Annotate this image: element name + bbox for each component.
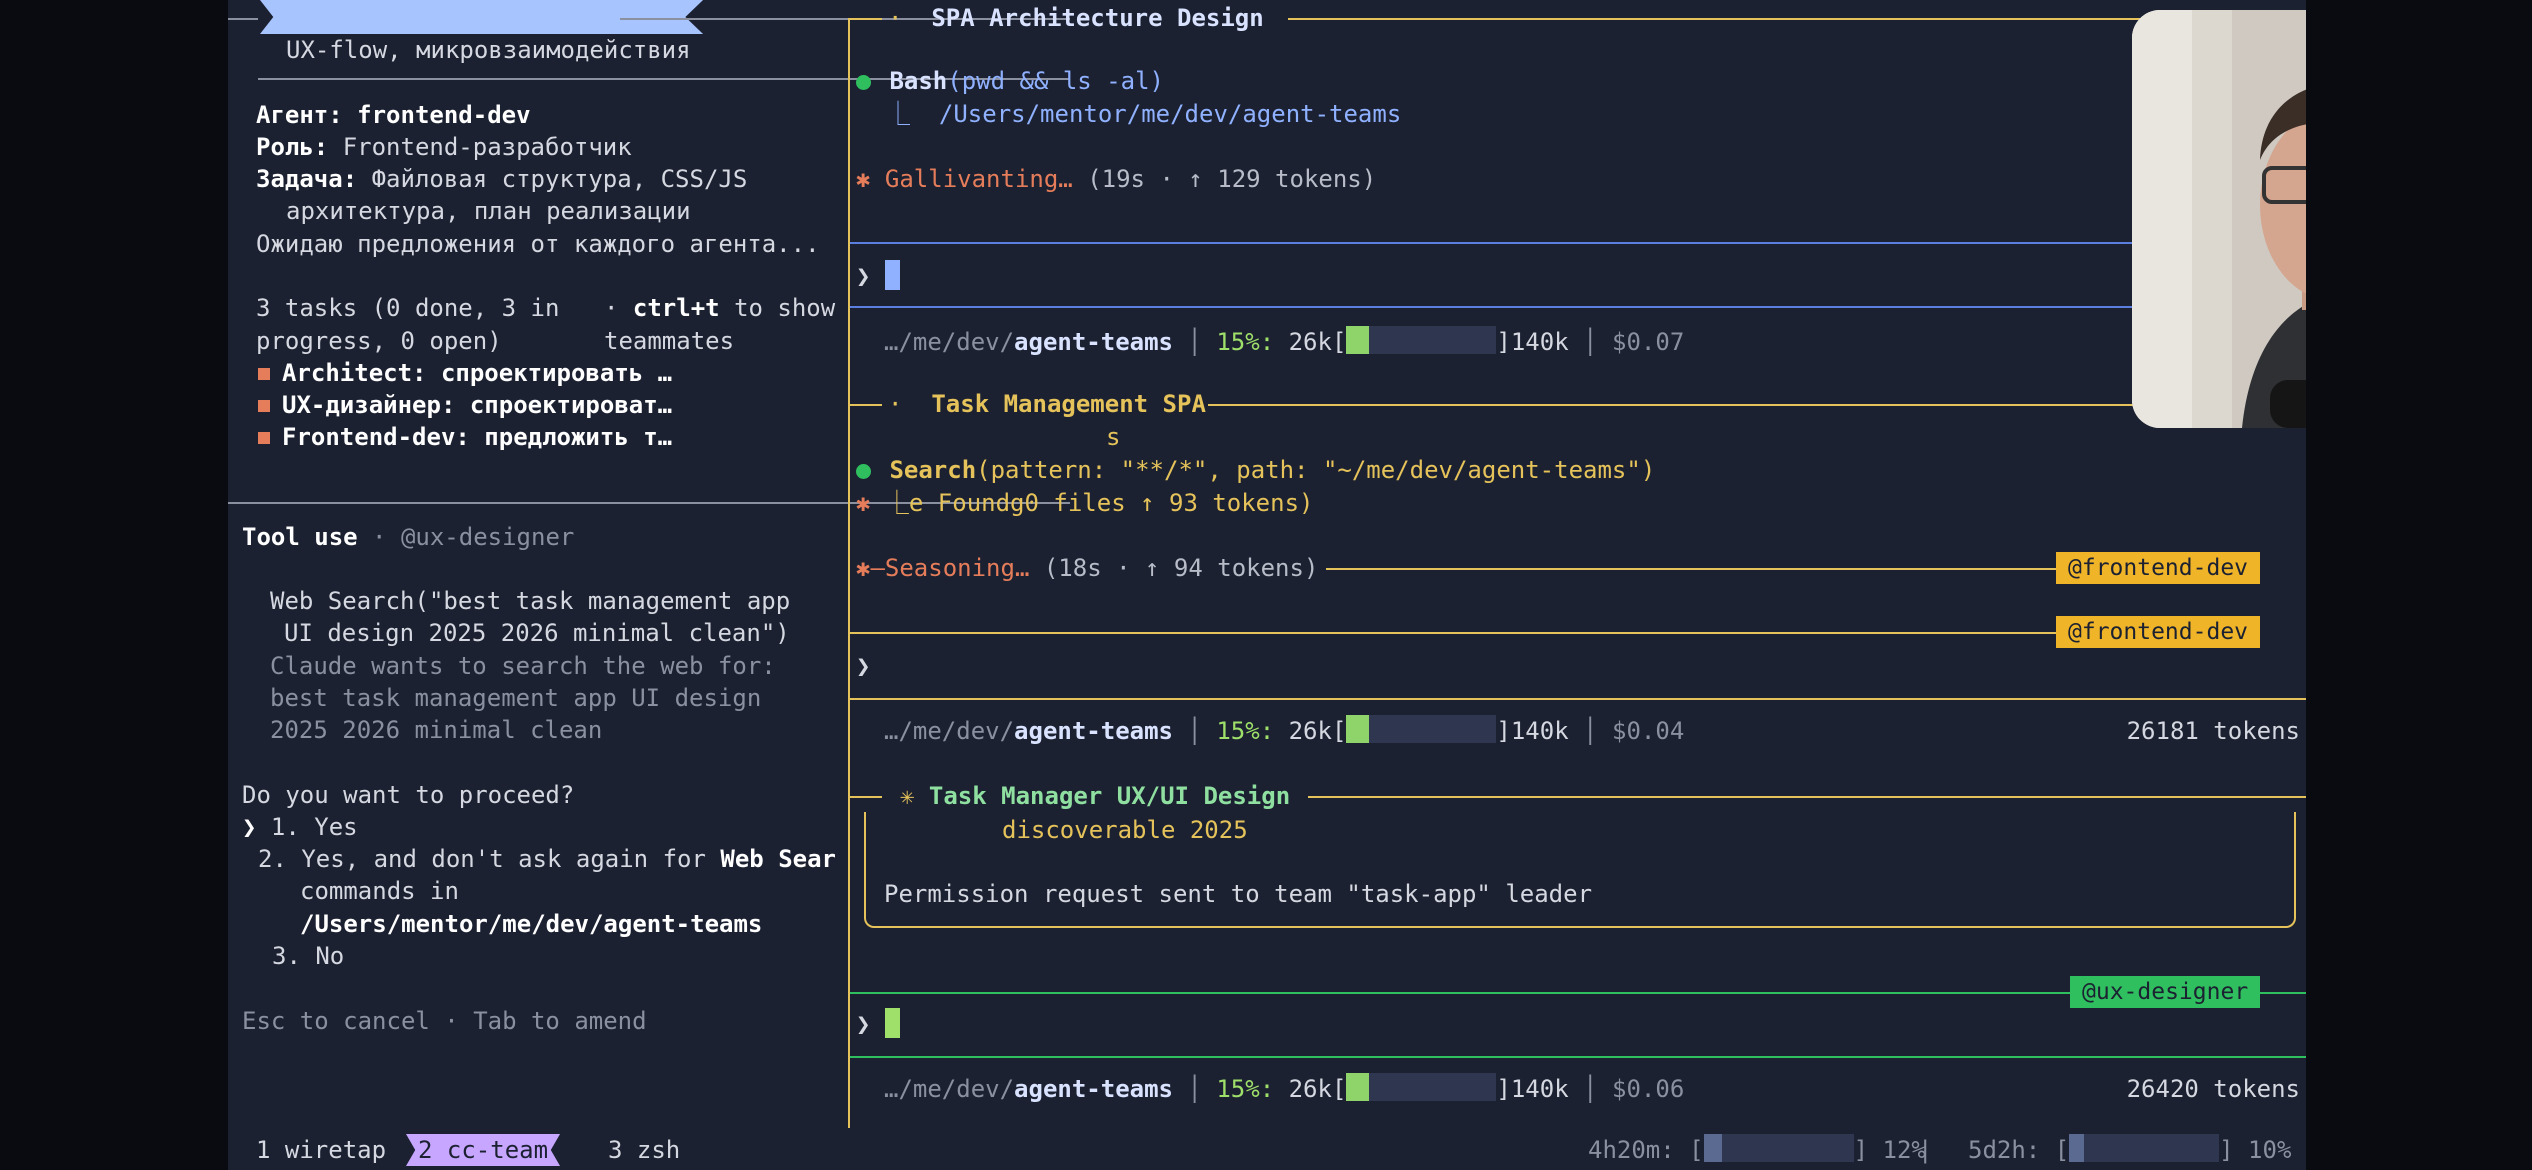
permission-message: Permission request sent to team "task-ap… [884, 880, 1593, 908]
search-result: ✱ ⎿e Foundg0 files ↑ 93 tokens) [856, 489, 1314, 517]
option-yes-always-2[interactable]: commands in [300, 875, 459, 907]
pointer-icon: ❯ [242, 813, 257, 841]
option-yes[interactable]: ❯ 1. Yes [242, 811, 358, 843]
square-bullet-icon [258, 368, 270, 380]
context-bar [1346, 1073, 1497, 1101]
permission-box-line: discoverable 2025 [1002, 816, 1248, 844]
sparkle-icon: ✳ [900, 782, 915, 810]
task-list-item[interactable]: UX-дизайнер: спроектироват… [258, 389, 672, 421]
presenter-video [2132, 10, 2306, 428]
pane-subtitle: UX-flow, микровзаимодействия [286, 36, 691, 64]
divider [850, 796, 882, 798]
separator: | [1918, 1136, 1933, 1164]
pane-split [848, 18, 850, 1128]
prompt-icon: ❯ [856, 652, 871, 680]
input-border-top [850, 632, 2056, 634]
prompt-icon: ❯ [856, 1010, 871, 1038]
stray-char: s [1106, 423, 1121, 451]
bash-result: ⎿ /Users/mentor/me/dev/agent-teams [886, 100, 1402, 128]
input-border-bottom [850, 698, 2306, 700]
usage-meter-session: 4h20m: [] 12% [1588, 1134, 1926, 1164]
prompt-input[interactable]: ❯ [856, 260, 900, 292]
text-cursor [884, 1008, 900, 1038]
context-bar [1346, 326, 1497, 354]
spinner-icon: ✱ [856, 489, 871, 517]
spinner-icon: ✱ [856, 554, 871, 582]
corner-icon: ⎿ [886, 100, 910, 128]
status-dot-icon [856, 464, 871, 479]
task-list-item[interactable]: Frontend-dev: предложить т… [258, 421, 672, 453]
text-cursor [884, 260, 900, 290]
option-yes-always-path[interactable]: /Users/mentor/me/dev/agent-teams [300, 908, 762, 940]
agent-tag-frontend[interactable]: @frontend-dev [2056, 616, 2261, 648]
role-line: Роль: Frontend-разработчик [256, 133, 632, 161]
terminal-window: 1 ✳ Task Management SPA UX-flow, микровз… [228, 0, 2306, 1170]
activity-status: ✱—Seasoning… (18s · ↑ 94 tokens) [856, 554, 1319, 582]
spinner-icon: ✱ [856, 165, 871, 193]
web-search-call: Web Search("best task management app [270, 587, 791, 615]
window-tab-active[interactable]: 2 cc-team [406, 1134, 561, 1166]
bash-tool-call: Bash(pwd && ls -al) [856, 65, 1164, 97]
divider [228, 18, 258, 20]
agent-tag-frontend[interactable]: @frontend-dev [2056, 552, 2261, 584]
context-bar [1346, 715, 1497, 743]
footer-hint: Esc to cancel · Tab to amend [242, 1007, 647, 1035]
cost-value: $0.06 [1612, 1075, 1685, 1103]
pane-title: · Task Management SPA [888, 390, 1206, 418]
shortcut-hint-2: teammates [604, 327, 735, 355]
tasks-summary-2: progress, 0 open) [256, 327, 502, 355]
status-line: …/me/dev/agent-teams │ 15%: 26k[]140k │ … [884, 715, 1685, 745]
web-search-call-2: UI design 2025 2026 minimal clean") [284, 619, 790, 647]
input-border-top [850, 242, 2306, 244]
proceed-question: Do you want to proceed? [242, 781, 575, 809]
input-border-bottom [850, 306, 2306, 308]
square-bullet-icon [258, 400, 270, 412]
pane-title: ✳ Task Manager UX/UI Design [900, 782, 1291, 810]
cost-value: $0.04 [1612, 717, 1685, 745]
search-description-2: best task management app UI design [270, 684, 762, 712]
shortcut-hint: · ctrl+t to show [604, 294, 836, 322]
prompt-input[interactable]: ❯ [856, 1008, 900, 1040]
tab-active-leader[interactable]: 1 ✳ Task Management SPA [260, 0, 704, 34]
shortcut-key: ctrl+t [632, 294, 720, 322]
prompt-icon: ❯ [856, 262, 871, 290]
status-dot-icon [856, 75, 871, 90]
tool-use-header: Tool use · @ux-designer [242, 523, 575, 551]
divider [1308, 796, 2306, 798]
search-description-3: 2025 2026 minimal clean [270, 716, 603, 744]
agent-tag-ux[interactable]: @ux-designer [2070, 976, 2261, 1008]
option-yes-always[interactable]: 2. Yes, and don't ask again for Web Sear [258, 843, 836, 875]
token-count: 26181 tokens [2126, 717, 2300, 745]
cost-value: $0.07 [1612, 328, 1685, 356]
usage-meter-week: 5d2h: [] 10% [1968, 1134, 2292, 1164]
window-tab[interactable]: 3 zsh [608, 1134, 680, 1166]
task-list-item[interactable]: Architect: спроектировать … [258, 357, 672, 389]
webcam-overlay [2132, 10, 2306, 428]
divider [850, 404, 882, 406]
token-count: 26420 tokens [2126, 1075, 2300, 1103]
pane-title: · SPA Architecture Design [888, 4, 1264, 32]
status-line: …/me/dev/agent-teams │ 15%: 26k[]140k │ … [884, 326, 1685, 356]
prompt-input[interactable]: ❯ [856, 650, 870, 682]
search-tool-call: Search(pattern: "**/*", path: "~/me/dev/… [856, 454, 1655, 486]
square-bullet-icon [258, 432, 270, 444]
task-line-2: архитектура, план реализации [286, 197, 691, 225]
waiting-status: Ожидаю предложения от каждого агента... [256, 230, 820, 258]
agent-line: Агент: frontend-dev [256, 101, 531, 129]
divider [850, 18, 882, 20]
search-description: Claude wants to search the web for: [270, 652, 776, 680]
option-no[interactable]: 3. No [272, 940, 344, 972]
tasks-summary: 3 tasks (0 done, 3 in [256, 294, 560, 322]
task-line: Задача: Файловая структура, CSS/JS [256, 165, 748, 193]
activity-status: ✱ Gallivanting… (19s · ↑ 129 tokens) [856, 165, 1377, 193]
tmux-status-bar: 1 wiretap 2 cc-team 3 zsh 4h20m: [] 12% … [228, 1128, 2306, 1170]
input-border-bottom [850, 1056, 2306, 1058]
status-line: …/me/dev/agent-teams │ 15%: 26k[]140k │ … [884, 1073, 1685, 1103]
window-tab[interactable]: 1 wiretap [256, 1134, 386, 1166]
